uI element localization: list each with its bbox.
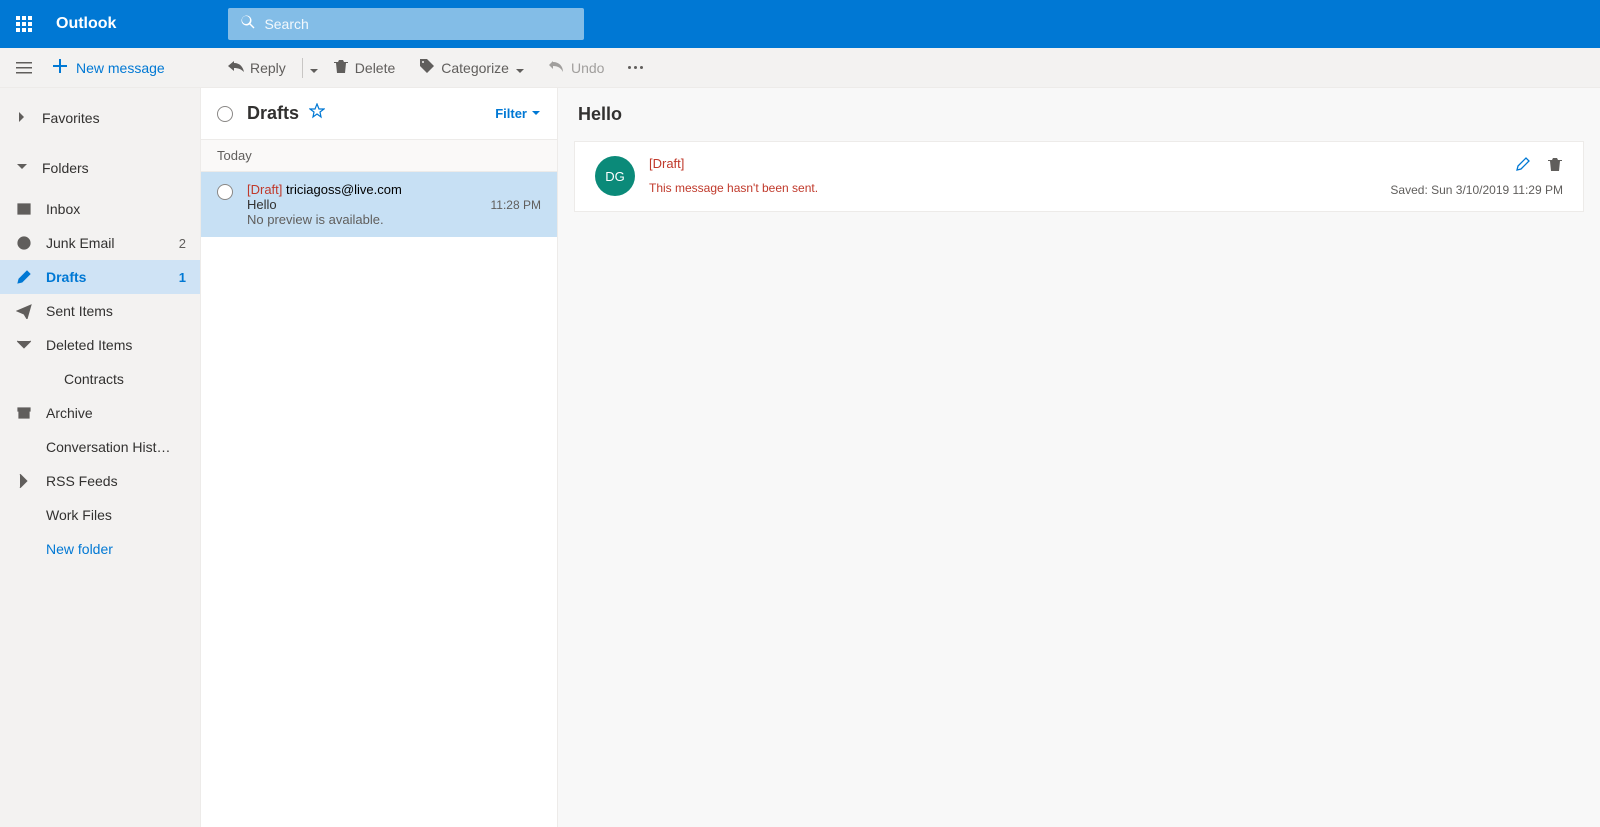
- top-bar: Outlook: [0, 0, 1600, 48]
- mail-item[interactable]: [Draft] triciagoss@live.com Hello 11:28 …: [201, 172, 557, 237]
- search-input[interactable]: [264, 16, 572, 32]
- list-header: Drafts Filter: [201, 88, 557, 140]
- folder-count: 2: [179, 236, 186, 251]
- chevron-right-icon: [16, 473, 32, 489]
- group-today: Today: [201, 140, 557, 172]
- undo-icon: [549, 58, 565, 77]
- trash-icon[interactable]: [1547, 156, 1563, 177]
- more-button[interactable]: [618, 60, 653, 75]
- pencil-icon: [16, 269, 32, 285]
- new-folder-label: New folder: [46, 541, 186, 557]
- folder-label: Conversation Hist…: [46, 439, 186, 455]
- folder-junk[interactable]: Junk Email 2: [0, 226, 200, 260]
- chevron-down-icon: [16, 160, 28, 176]
- select-checkbox[interactable]: [217, 184, 233, 200]
- folder-drafts[interactable]: Drafts 1: [0, 260, 200, 294]
- folder-label: Archive: [46, 405, 186, 421]
- folder-label: Sent Items: [46, 303, 172, 319]
- edit-icon[interactable]: [1515, 156, 1531, 177]
- divider: [302, 58, 303, 78]
- undo-button[interactable]: Undo: [539, 52, 614, 83]
- plus-icon: [52, 58, 68, 77]
- message-list: Drafts Filter Today [Draft] triciagoss@l…: [200, 88, 558, 827]
- saved-label: Saved: Sun 3/10/2019 11:29 PM: [1390, 183, 1563, 197]
- chevron-down-icon: [515, 63, 525, 73]
- folder-workfiles[interactable]: Work Files: [0, 498, 200, 532]
- folder-label: Inbox: [46, 201, 172, 217]
- message-card: DG [Draft] This message hasn't been sent…: [574, 141, 1584, 212]
- folders-label: Folders: [42, 160, 89, 176]
- filter-label: Filter: [495, 106, 527, 121]
- folder-sent[interactable]: Sent Items: [0, 294, 200, 328]
- sidebar: Favorites Folders Inbox Junk Email 2: [0, 88, 200, 827]
- search-icon: [240, 14, 256, 35]
- reply-dropdown[interactable]: [309, 63, 319, 73]
- send-icon: [16, 303, 32, 319]
- folder-archive[interactable]: Archive: [0, 396, 200, 430]
- categorize-button[interactable]: Categorize: [409, 52, 535, 83]
- unsent-message: This message hasn't been sent.: [649, 181, 1376, 195]
- draft-tag: [Draft]: [649, 156, 1376, 171]
- folder-deleted[interactable]: Deleted Items: [0, 328, 200, 362]
- mail-body: [Draft] triciagoss@live.com Hello 11:28 …: [247, 182, 541, 227]
- new-folder-link[interactable]: New folder: [0, 532, 200, 566]
- toolbar: New message Reply Delete Categorize: [0, 48, 1600, 88]
- archive-icon: [16, 405, 32, 421]
- folder-label: RSS Feeds: [46, 473, 186, 489]
- filter-button[interactable]: Filter: [495, 106, 541, 121]
- folder-rss[interactable]: RSS Feeds: [0, 464, 200, 498]
- folder-conversation-history[interactable]: Conversation Hist…: [0, 430, 200, 464]
- favorites-header[interactable]: Favorites: [0, 100, 200, 136]
- folders-header[interactable]: Folders: [0, 150, 200, 186]
- folder-label: Drafts: [46, 269, 165, 285]
- reply-icon: [228, 58, 244, 77]
- folder-label: Contracts: [64, 371, 186, 387]
- delete-button[interactable]: Delete: [323, 52, 405, 83]
- inbox-icon: [16, 201, 32, 217]
- folder-contracts[interactable]: Contracts: [0, 362, 200, 396]
- search-box[interactable]: [228, 8, 584, 40]
- ellipsis-icon: [628, 66, 643, 69]
- folder-inbox[interactable]: Inbox: [0, 192, 200, 226]
- reply-label: Reply: [250, 60, 286, 76]
- reply-button[interactable]: Reply: [218, 52, 296, 83]
- select-all-checkbox[interactable]: [217, 106, 233, 122]
- undo-label: Undo: [571, 60, 604, 76]
- hamburger-icon[interactable]: [16, 60, 32, 76]
- brand-label: Outlook: [56, 15, 116, 33]
- trash-icon: [333, 58, 349, 77]
- main: Favorites Folders Inbox Junk Email 2: [0, 88, 1600, 827]
- favorites-label: Favorites: [42, 110, 100, 126]
- chevron-right-icon: [16, 110, 28, 126]
- mail-subject: Hello: [247, 197, 277, 212]
- reading-subject: Hello: [578, 104, 1584, 125]
- star-icon[interactable]: [299, 103, 325, 124]
- waffle-icon[interactable]: [8, 8, 40, 40]
- folder-label: Work Files: [46, 507, 186, 523]
- draft-tag: [Draft]: [247, 182, 282, 197]
- chevron-down-icon: [531, 106, 541, 121]
- folder-label: Junk Email: [46, 235, 165, 251]
- list-title: Drafts: [247, 103, 299, 124]
- mail-to: triciagoss@live.com: [286, 182, 402, 197]
- new-message-label: New message: [76, 60, 165, 76]
- mail-preview: No preview is available.: [247, 212, 541, 227]
- mail-line1: [Draft] triciagoss@live.com: [247, 182, 541, 197]
- avatar: DG: [595, 156, 635, 196]
- tag-icon: [419, 58, 435, 77]
- folder-count: 1: [179, 270, 186, 285]
- reading-pane: Hello DG [Draft] This message hasn't bee…: [558, 88, 1600, 827]
- categorize-label: Categorize: [441, 60, 509, 76]
- mail-time: 11:28 PM: [491, 198, 541, 212]
- block-icon: [16, 235, 32, 251]
- folder-label: Deleted Items: [46, 337, 172, 353]
- new-message-button[interactable]: New message: [44, 54, 173, 81]
- delete-label: Delete: [355, 60, 395, 76]
- chevron-down-icon: [16, 337, 32, 353]
